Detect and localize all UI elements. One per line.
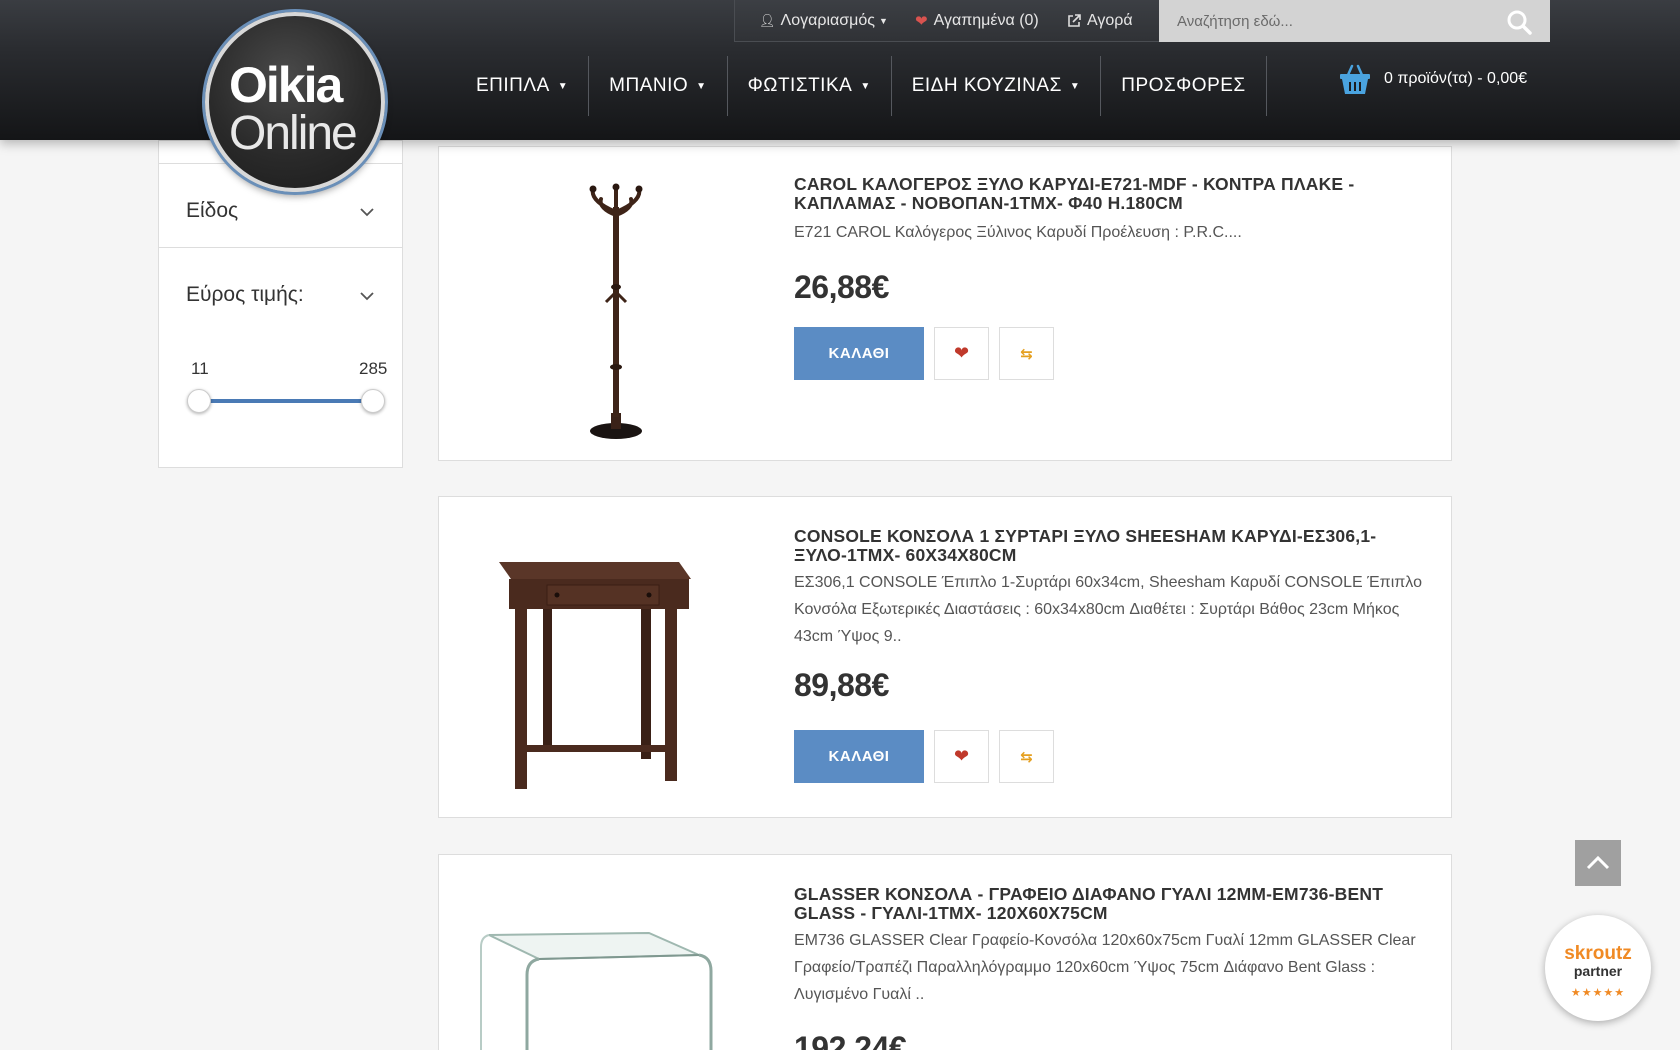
filter-price-label: Εύρος τιμής:	[186, 283, 304, 306]
wishlist-label: Αγαπημένα (0)	[933, 11, 1039, 29]
heart-icon: ❤	[915, 12, 928, 30]
product-title[interactable]: GLASSER ΚΟΝΣΟΛΑ - ΓΡΑΦΕΙΟ ΔΙΑΦΑΝΟ ΓΥΑΛΙ …	[794, 885, 1434, 923]
add-to-wishlist-button[interactable]: ❤	[934, 730, 989, 783]
skroutz-partner-badge[interactable]: skroutz partner ★★★★★	[1545, 915, 1651, 1021]
product-image[interactable]	[459, 167, 739, 442]
wishlist-link[interactable]: ❤ Αγαπημένα (0)	[915, 12, 1039, 30]
search-input[interactable]	[1159, 0, 1489, 42]
product-description: EM736 GLASSER Clear Γραφείο-Κονσόλα 120x…	[794, 932, 1416, 1003]
checkout-link[interactable]: Αγορά	[1067, 12, 1133, 30]
price-max-label: 285	[359, 359, 388, 378]
nav-item-offers[interactable]: ΠΡΟΣΦΟΡΕΣ	[1101, 56, 1267, 116]
product-card: CAROL ΚΑΛΟΓΕΡΟΣ ΞΥΛΟ ΚΑΡΥΔΙ-E721-MDF - Κ…	[438, 146, 1452, 461]
site-logo[interactable]: Oikia Online	[205, 12, 385, 192]
add-to-cart-button[interactable]: ΚΑΛΑΘΙ	[794, 730, 924, 783]
product-price: 26,88€	[794, 269, 889, 305]
rating-stars: ★★★★★	[1570, 987, 1626, 999]
account-menu[interactable]: 👤︎ Λογαριασμός ▼	[759, 12, 888, 30]
cart-summary[interactable]: 0 προϊόν(τα) - 0,00€	[1338, 62, 1527, 96]
chevron-down-icon[interactable]	[359, 288, 375, 304]
logo-text-online: Online	[229, 107, 358, 160]
price-slider-min-handle[interactable]	[187, 389, 211, 413]
search-icon[interactable]	[1506, 9, 1532, 35]
filter-price: Εύρος τιμής:	[159, 247, 402, 469]
compare-button[interactable]: ⇆	[999, 730, 1054, 783]
product-card: CONSOLE ΚΟΝΣΟΛΑ 1 ΣΥΡΤΑΡΙ ΞΥΛΟ SHEESHAM …	[438, 496, 1452, 818]
nav-item-bathroom[interactable]: ΜΠΑΝΙΟ ▼	[589, 56, 728, 116]
nav-label: ΦΩΤΙΣΤΙΚΑ	[747, 75, 853, 96]
checkout-label: Αγορά	[1087, 11, 1133, 29]
external-link-icon	[1068, 13, 1081, 27]
heart-icon: ❤	[953, 343, 970, 363]
heart-icon: ❤	[953, 746, 970, 766]
price-slider-track[interactable]	[199, 399, 373, 403]
add-to-wishlist-button[interactable]: ❤	[934, 327, 989, 380]
basket-icon	[1340, 64, 1370, 94]
nav-item-furniture[interactable]: ΕΠΙΠΛΑ ▼	[456, 56, 590, 116]
product-image[interactable]	[459, 517, 739, 797]
price-min-label: 11	[191, 359, 209, 378]
product-description: E721 CAROL Καλόγερος Ξύλινος Καρυδί Προέ…	[794, 224, 1242, 241]
price-slider-max-handle[interactable]	[361, 389, 385, 413]
nav-label: ΜΠΑΝΙΟ	[609, 75, 689, 96]
account-label: Λογαριασμός	[780, 11, 875, 29]
product-price: 192,24€	[794, 1030, 907, 1050]
cart-summary-text: 0 προϊόν(τα) - 0,00€	[1384, 70, 1528, 87]
product-title[interactable]: CONSOLE ΚΟΝΣΟΛΑ 1 ΣΥΡΤΑΡΙ ΞΥΛΟ SHEESHAM …	[794, 527, 1434, 565]
chevron-down-icon: ▼	[878, 15, 888, 26]
product-price: 89,88€	[794, 667, 889, 703]
add-to-cart-button[interactable]: ΚΑΛΑΘΙ	[794, 327, 924, 380]
nav-label: ΕΠΙΠΛΑ	[476, 75, 550, 96]
nav-item-lighting[interactable]: ΦΩΤΙΣΤΙΚΑ ▼	[728, 56, 892, 116]
top-bar: 👤︎ Λογαριασμός ▼ ❤ Αγαπημένα (0) Αγορά	[734, 0, 1159, 42]
nav-label: ΕΙΔΗ ΚΟΥΖΙΝΑΣ	[911, 75, 1062, 96]
chevron-down-icon: ▼	[860, 80, 871, 92]
chevron-down-icon: ▼	[1069, 80, 1081, 92]
back-to-top-button[interactable]	[1575, 840, 1621, 886]
compare-icon: ⇆	[1020, 345, 1033, 363]
search-bar	[1159, 0, 1550, 42]
user-icon: 👤︎	[759, 12, 776, 28]
product-card: GLASSER ΚΟΝΣΟΛΑ - ΓΡΑΦΕΙΟ ΔΙΑΦΑΝΟ ΓΥΑΛΙ …	[438, 854, 1452, 1050]
chevron-down-icon: ▼	[557, 80, 569, 92]
chevron-down-icon	[360, 208, 374, 217]
nav-item-kitchen[interactable]: ΕΙΔΗ ΚΟΥΖΙΝΑΣ ▼	[892, 56, 1102, 116]
nav-label: ΠΡΟΣΦΟΡΕΣ	[1121, 75, 1246, 96]
product-image[interactable]	[459, 875, 739, 1050]
compare-button[interactable]: ⇆	[999, 327, 1054, 380]
product-title[interactable]: CAROL ΚΑΛΟΓΕΡΟΣ ΞΥΛΟ ΚΑΡΥΔΙ-E721-MDF - Κ…	[794, 175, 1434, 213]
product-description: ΕΣ306,1 CONSOLE Έπιπλο 1-Συρτάρι 60x34cm…	[794, 574, 1422, 645]
compare-icon: ⇆	[1020, 748, 1033, 766]
skroutz-brand: skroutz	[1564, 943, 1632, 964]
main-nav: ΕΠΙΠΛΑ ▼ ΜΠΑΝΙΟ ▼ ΦΩΤΙΣΤΙΚΑ ▼ ΕΙΔΗ ΚΟΥΖΙΝΑΣ…	[456, 56, 1267, 116]
price-range-labels: 11 285	[191, 359, 391, 379]
chevron-down-icon: ▼	[696, 80, 707, 92]
chevron-up-icon	[1586, 855, 1610, 870]
filter-type-label: Είδος	[186, 199, 239, 222]
skroutz-label: partner	[1573, 963, 1623, 979]
